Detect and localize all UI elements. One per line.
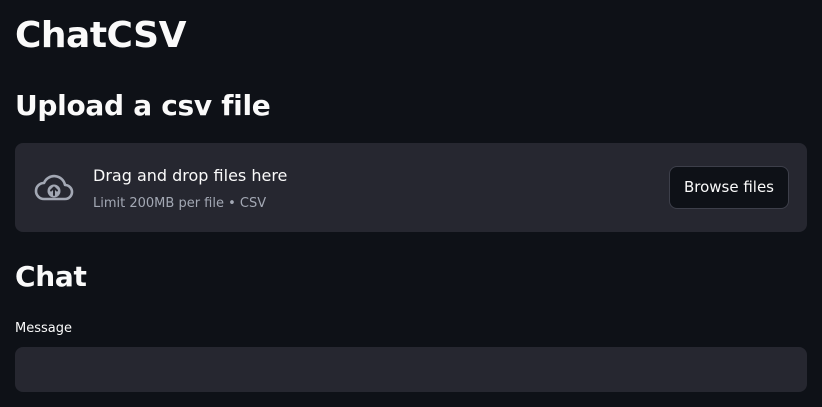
chat-section-heading: Chat (15, 260, 87, 293)
page-title: ChatCSV (15, 15, 186, 56)
browse-files-button[interactable]: Browse files (668, 166, 789, 209)
file-dropzone[interactable]: Drag and drop files here Limit 200MB per… (15, 143, 807, 232)
message-input[interactable] (15, 347, 807, 392)
cloud-upload-icon (34, 174, 74, 201)
upload-section-heading: Upload a csv file (15, 89, 271, 122)
app-page: ChatCSV Upload a csv file Drag and drop … (0, 0, 822, 407)
message-label: Message (15, 321, 72, 336)
dropzone-limit-text: Limit 200MB per file • CSV (93, 196, 267, 211)
dropzone-instructions: Drag and drop files here (93, 166, 288, 185)
